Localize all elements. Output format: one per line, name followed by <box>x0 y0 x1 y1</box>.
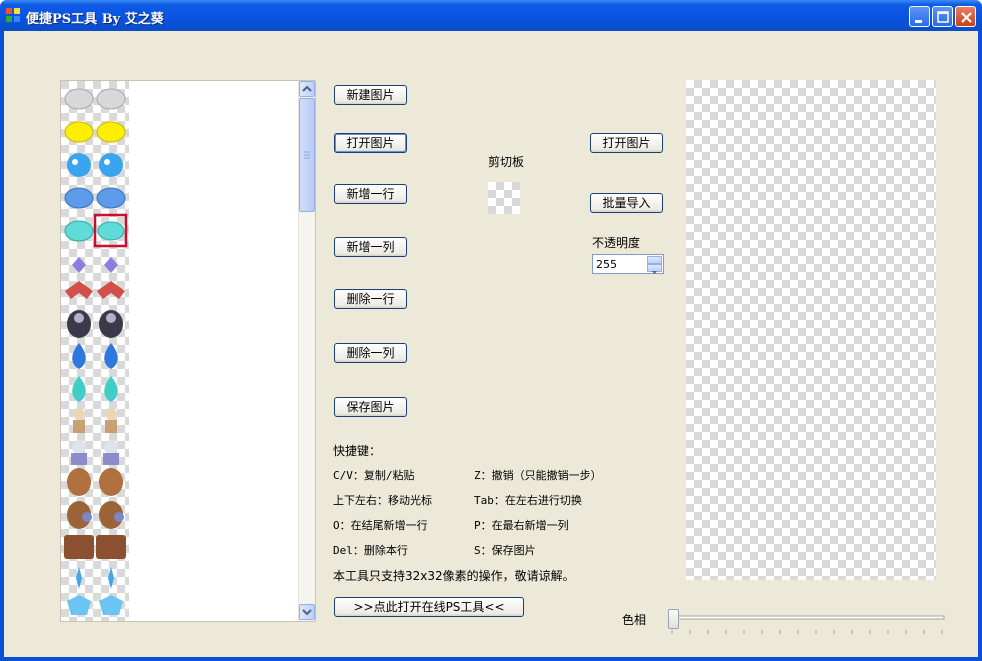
sprite-list[interactable] <box>60 80 316 622</box>
shortcut-item: S：保存图片 <box>474 544 536 557</box>
close-icon <box>961 12 972 23</box>
hue-slider-track <box>671 615 945 634</box>
delete-row-button[interactable]: 删除一行 <box>334 289 407 309</box>
shortcut-item: C/V：复制/粘贴 <box>333 469 415 482</box>
new-image-button[interactable]: 新建图片 <box>334 85 407 105</box>
hue-slider[interactable] <box>668 609 946 639</box>
maximize-icon <box>937 11 949 23</box>
scroll-down-button[interactable] <box>299 604 315 620</box>
delete-column-button[interactable]: 删除一列 <box>334 343 407 363</box>
app-icon <box>6 8 20 22</box>
clipboard-preview <box>488 182 520 214</box>
app-window: 便捷PS工具 By 艾之葵 新建图片 打开图片 新增一行 新增一列 删除一行 删… <box>0 0 982 661</box>
open-online-ps-button[interactable]: >>点此打开在线PS工具<< <box>334 597 524 617</box>
opacity-label: 不透明度 <box>592 236 641 250</box>
clipboard-label: 剪切板 <box>488 155 525 169</box>
client-area: 新建图片 打开图片 新增一行 新增一列 删除一行 删除一列 保存图片 剪切板 打… <box>4 31 978 657</box>
maximize-button[interactable] <box>932 6 953 27</box>
open-image-button[interactable]: 打开图片 <box>334 133 407 153</box>
arrow-down-icon <box>302 609 312 616</box>
hue-slider-thumb[interactable] <box>668 609 679 629</box>
arrow-down-icon <box>652 271 657 274</box>
shortcut-item: 上下左右：移动光标 <box>333 494 432 507</box>
support-note: 本工具只支持32x32像素的操作，敬请谅解。 <box>333 569 575 583</box>
add-column-button[interactable]: 新增一列 <box>334 237 407 257</box>
open-image-right-button[interactable]: 打开图片 <box>590 133 663 153</box>
shortcut-item: P：在最右新增一列 <box>474 519 569 532</box>
minimize-icon <box>915 20 922 23</box>
title-bar[interactable]: 便捷PS工具 By 艾之葵 <box>0 0 982 31</box>
minimize-button[interactable] <box>909 6 930 27</box>
opacity-input[interactable] <box>594 256 650 272</box>
save-image-button[interactable]: 保存图片 <box>334 397 407 417</box>
scroll-thumb[interactable] <box>299 98 315 212</box>
batch-import-button[interactable]: 批量导入 <box>590 193 663 213</box>
image-canvas[interactable] <box>686 80 936 580</box>
list-scrollbar[interactable] <box>298 81 315 621</box>
close-button[interactable] <box>955 6 976 27</box>
shortcut-item: Z：撤销（只能撤销一步） <box>474 469 602 482</box>
shortcut-header: 快捷键： <box>333 444 382 458</box>
sprite-sheet <box>61 81 129 621</box>
window-title: 便捷PS工具 By 艾之葵 <box>26 12 164 27</box>
hue-label: 色相 <box>622 613 647 627</box>
shortcut-item: Del：删除本行 <box>333 544 408 557</box>
scroll-up-button[interactable] <box>299 81 315 97</box>
arrow-up-icon <box>302 85 312 92</box>
grip-icon <box>304 151 310 159</box>
opacity-spinner[interactable] <box>592 254 664 274</box>
add-row-button[interactable]: 新增一行 <box>334 184 407 204</box>
spin-down-button[interactable] <box>647 264 662 274</box>
shortcut-item: Tab：在左右进行切换 <box>474 494 582 507</box>
spin-up-button[interactable] <box>647 256 662 267</box>
shortcut-item: O：在结尾新增一行 <box>333 519 428 532</box>
